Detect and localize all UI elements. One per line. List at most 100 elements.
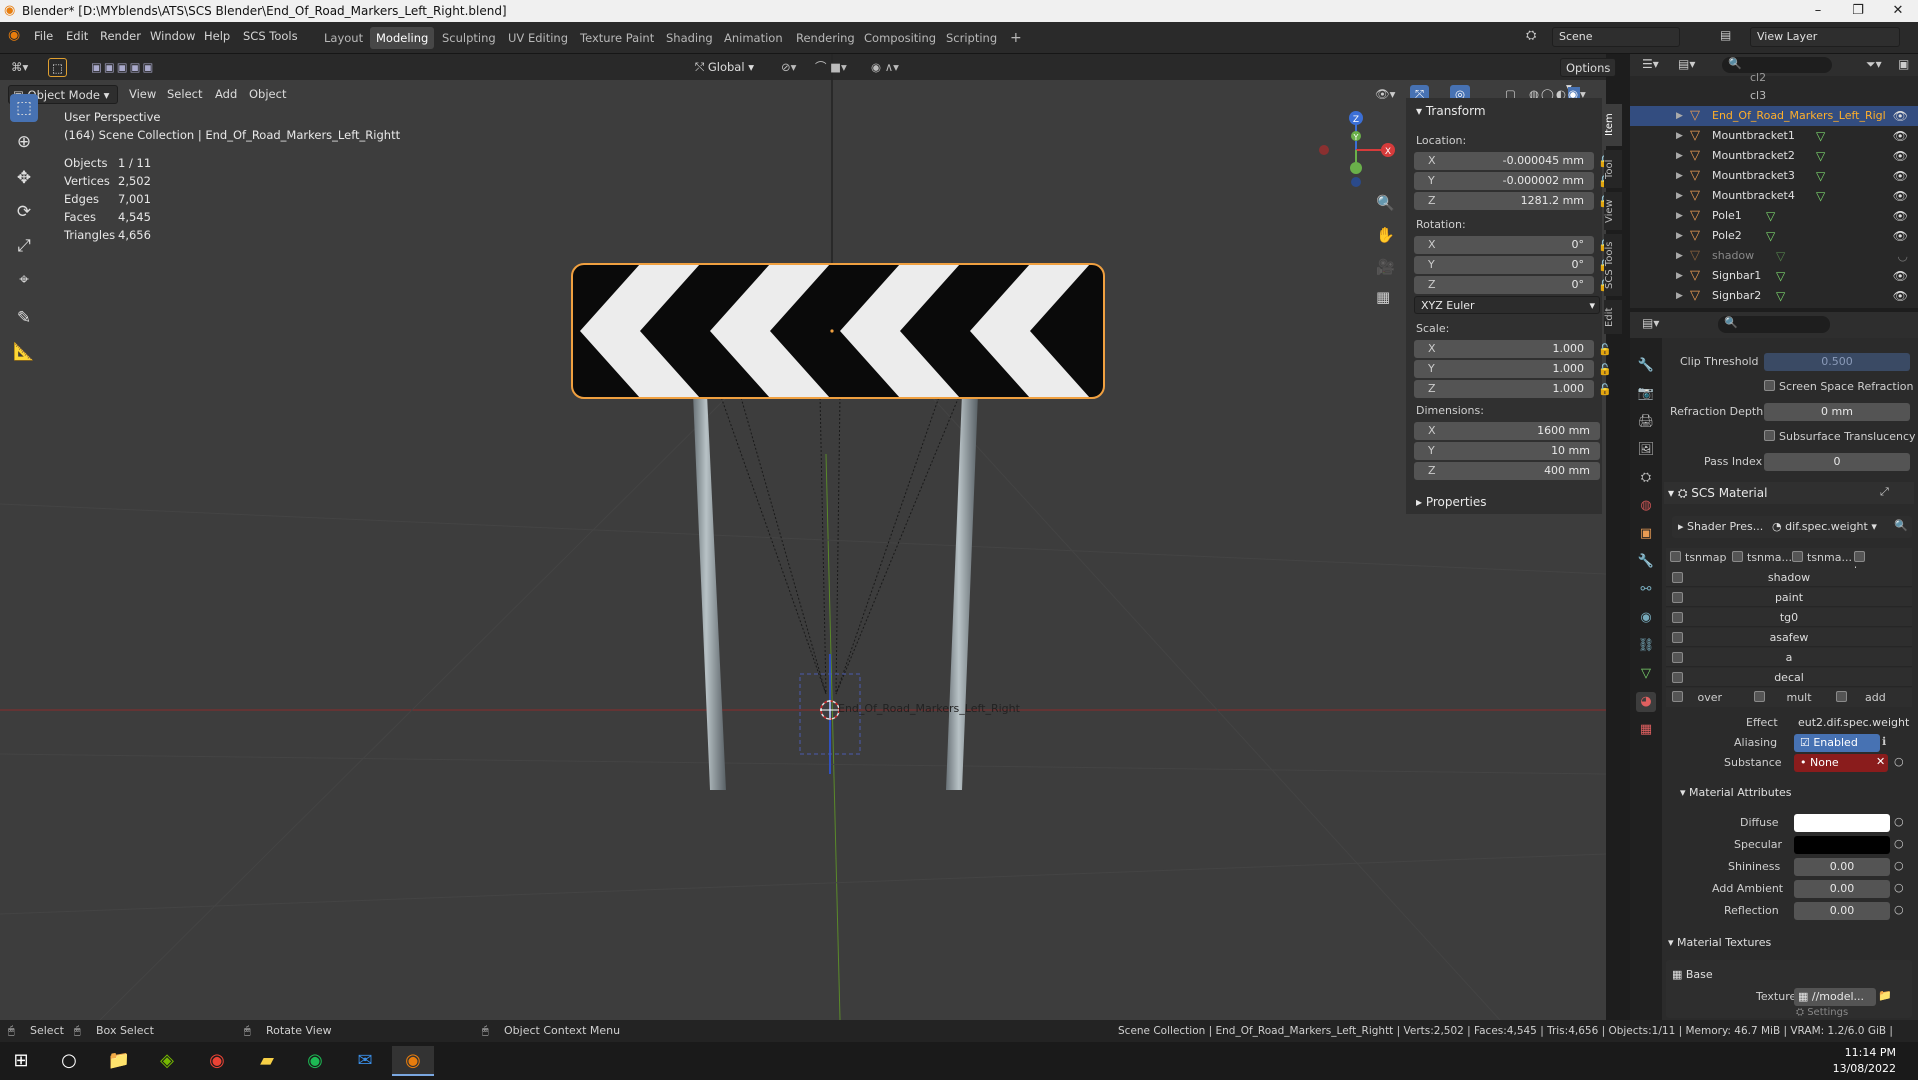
menu-render[interactable]: Render [100,29,141,43]
start-menu-icon[interactable]: ⊞ [0,1046,42,1076]
shader-dropdown[interactable]: ◔ dif.spec.weight ▾ [1772,520,1877,533]
particles-props-icon[interactable]: ⚯ [1636,580,1656,600]
outliner-search-icon[interactable]: 🔍 [1722,57,1832,73]
lock-icon[interactable]: 🔓 [1598,341,1612,359]
tab-sculpting[interactable]: Sculpting [436,27,502,49]
menu-scs-tools[interactable]: SCS Tools [243,29,298,43]
editor-type-icon[interactable]: ⌘▾ [6,58,33,77]
proportional-edit-icon[interactable]: ◉ ∧▾ [866,58,904,77]
menu-file[interactable]: File [34,29,53,43]
outliner-row-cl3[interactable]: cl3 [1630,86,1918,106]
add-workspace-icon[interactable]: + [1004,27,1028,49]
checkbox-icon[interactable] [1672,691,1683,702]
properties-header[interactable]: ▸ Properties [1406,490,1602,514]
tab-texture-paint[interactable]: Texture Paint [574,27,660,49]
world-props-icon[interactable]: ◍ [1636,496,1656,516]
checkbox-icon[interactable] [1672,612,1683,623]
outliner-row[interactable]: ▶ ▽ Mountbracket1 ▽ 👁 [1630,126,1918,146]
eye-icon[interactable]: 👁 [1893,166,1908,186]
checkbox-icon[interactable] [1764,430,1775,441]
expand-icon[interactable]: ▶ [1676,166,1683,186]
nvidia-icon[interactable]: ◈ [146,1046,188,1076]
render-props-icon[interactable]: 📷 [1636,384,1656,404]
scale-x-field[interactable]: X 1.000 🔓 [1414,340,1612,358]
tab-uv-editing[interactable]: UV Editing [502,27,574,49]
blender-menu-icon[interactable]: ◉ [8,27,20,43]
spotify-icon[interactable]: ◉ [294,1046,336,1076]
keyframe-icon[interactable]: ○ [1894,815,1904,828]
blend-over[interactable]: over [1672,691,1722,704]
subsurface-checkbox[interactable]: Subsurface Translucency [1764,430,1916,443]
navigation-gizmo[interactable]: Z X Y [1316,110,1396,190]
checkbox-icon[interactable] [1754,691,1765,702]
display-mode-icon[interactable]: ▤▾ [1678,57,1695,71]
scale-y-field[interactable]: Y 1.000 🔓 [1414,360,1612,378]
viewport-menu-object[interactable]: Object [244,85,291,104]
keyframe-icon[interactable]: ○ [1894,859,1904,872]
checkbox-icon[interactable] [1792,551,1803,562]
mail-icon[interactable]: ✉ [344,1046,386,1076]
modifier-props-icon[interactable]: 🔧 [1636,552,1656,572]
menu-window[interactable]: Window [150,29,195,43]
expand-icon[interactable]: ▶ [1676,266,1683,286]
clip-threshold-field[interactable]: 0.500 [1764,353,1910,371]
tab-animation[interactable]: Animation [718,27,789,49]
keyframe-icon[interactable]: ○ [1894,837,1904,850]
outliner-row[interactable]: ▶ ▽ Signbar2 ▽ 👁 [1630,286,1918,306]
tab-compositing[interactable]: Compositing [858,27,942,49]
move-tool-icon[interactable]: ✥ [10,164,38,192]
checkbox-icon[interactable] [1672,652,1683,663]
pan-hand-icon[interactable]: ✋ [1376,226,1395,244]
search-circle-icon[interactable]: ○ [48,1046,90,1076]
expand-icon[interactable]: ▶ [1676,106,1683,126]
pass-index-field[interactable]: 0 [1764,453,1910,471]
outliner-row-selected[interactable]: ▶ ▽ End_Of_Road_Markers_Left_Rigl 👁 [1630,106,1918,126]
scale-tool-icon[interactable]: ⤢ [10,232,38,260]
tab-view[interactable]: View [1604,192,1622,230]
transform-header[interactable]: ▾ Transform [1416,104,1486,118]
blender-taskbar-icon[interactable]: ◉ [392,1046,434,1076]
diffuse-color-swatch[interactable] [1794,814,1890,832]
flag-shadow[interactable]: shadow [1666,568,1912,587]
eye-icon[interactable]: 👁 [1893,146,1908,166]
view-layer-props-icon[interactable]: 🖼 [1636,440,1656,460]
checkbox-icon[interactable] [1672,592,1683,603]
object-props-icon[interactable]: ▣ [1636,524,1656,544]
flag-tsnma-1[interactable]: tsnma... [1732,551,1792,564]
snap-icon[interactable]: ⌒ ■▾ [810,58,852,77]
outliner-row[interactable]: ▶ ▽ Mountbracket3 ▽ 👁 [1630,166,1918,186]
outliner-row[interactable]: ▶ ▽ Pole1 ▽ 👁 [1630,206,1918,226]
expand-icon[interactable]: ▶ [1676,226,1683,246]
file-explorer-icon[interactable]: 📁 [98,1046,140,1076]
material-attributes-header[interactable]: ▾ Material Attributes [1664,782,1914,804]
measure-tool-icon[interactable]: 📐 [10,338,38,366]
pivot-icon[interactable]: ⊘▾ [776,58,801,77]
outliner-row[interactable]: ▶ ▽ Mountbracket4 ▽ 👁 [1630,186,1918,206]
location-x-field[interactable]: X-0.000045 mm🔓 [1414,152,1612,170]
camera-icon[interactable]: 🎥 [1376,258,1395,276]
eye-icon[interactable]: 👁 [1893,286,1908,306]
tab-tool[interactable]: Tool [1604,150,1622,188]
annotate-tool-icon[interactable]: ✎ [10,304,38,332]
flag-decal[interactable]: decal [1666,668,1912,687]
eye-hidden-icon[interactable]: ◡ [1898,246,1908,266]
shininess-field[interactable]: 0.00 [1794,858,1890,876]
options-dropdown[interactable]: Options ▾ [1560,58,1617,94]
blend-add[interactable]: add [1836,691,1886,704]
select-mode-icon[interactable]: ⬚ [48,58,67,77]
add-ambient-field[interactable]: 0.00 [1794,880,1890,898]
expand-icon[interactable]: ▶ [1676,206,1683,226]
folder-icon[interactable]: 📁 [1878,989,1892,1002]
shader-presets-expand-icon[interactable]: ▸ Shader Pres... [1678,520,1763,533]
checkbox-icon[interactable] [1732,551,1743,562]
blend-mult[interactable]: mult [1754,691,1812,704]
expand-icon[interactable]: ▶ [1676,186,1683,206]
menu-help[interactable]: Help [204,29,230,43]
filter-icon[interactable]: ⏷▾ [1866,57,1882,72]
chrome-icon[interactable]: ◉ [196,1046,238,1076]
scs-material-menu-icon[interactable]: ⤢ [1880,485,1889,499]
reflection-field[interactable]: 0.00 [1794,902,1890,920]
outliner-row[interactable]: ▶ ▽ Signbar1 ▽ 👁 [1630,266,1918,286]
grid-view-icon[interactable]: ▦ [1376,288,1390,306]
maximize-button[interactable]: ❐ [1838,0,1878,22]
